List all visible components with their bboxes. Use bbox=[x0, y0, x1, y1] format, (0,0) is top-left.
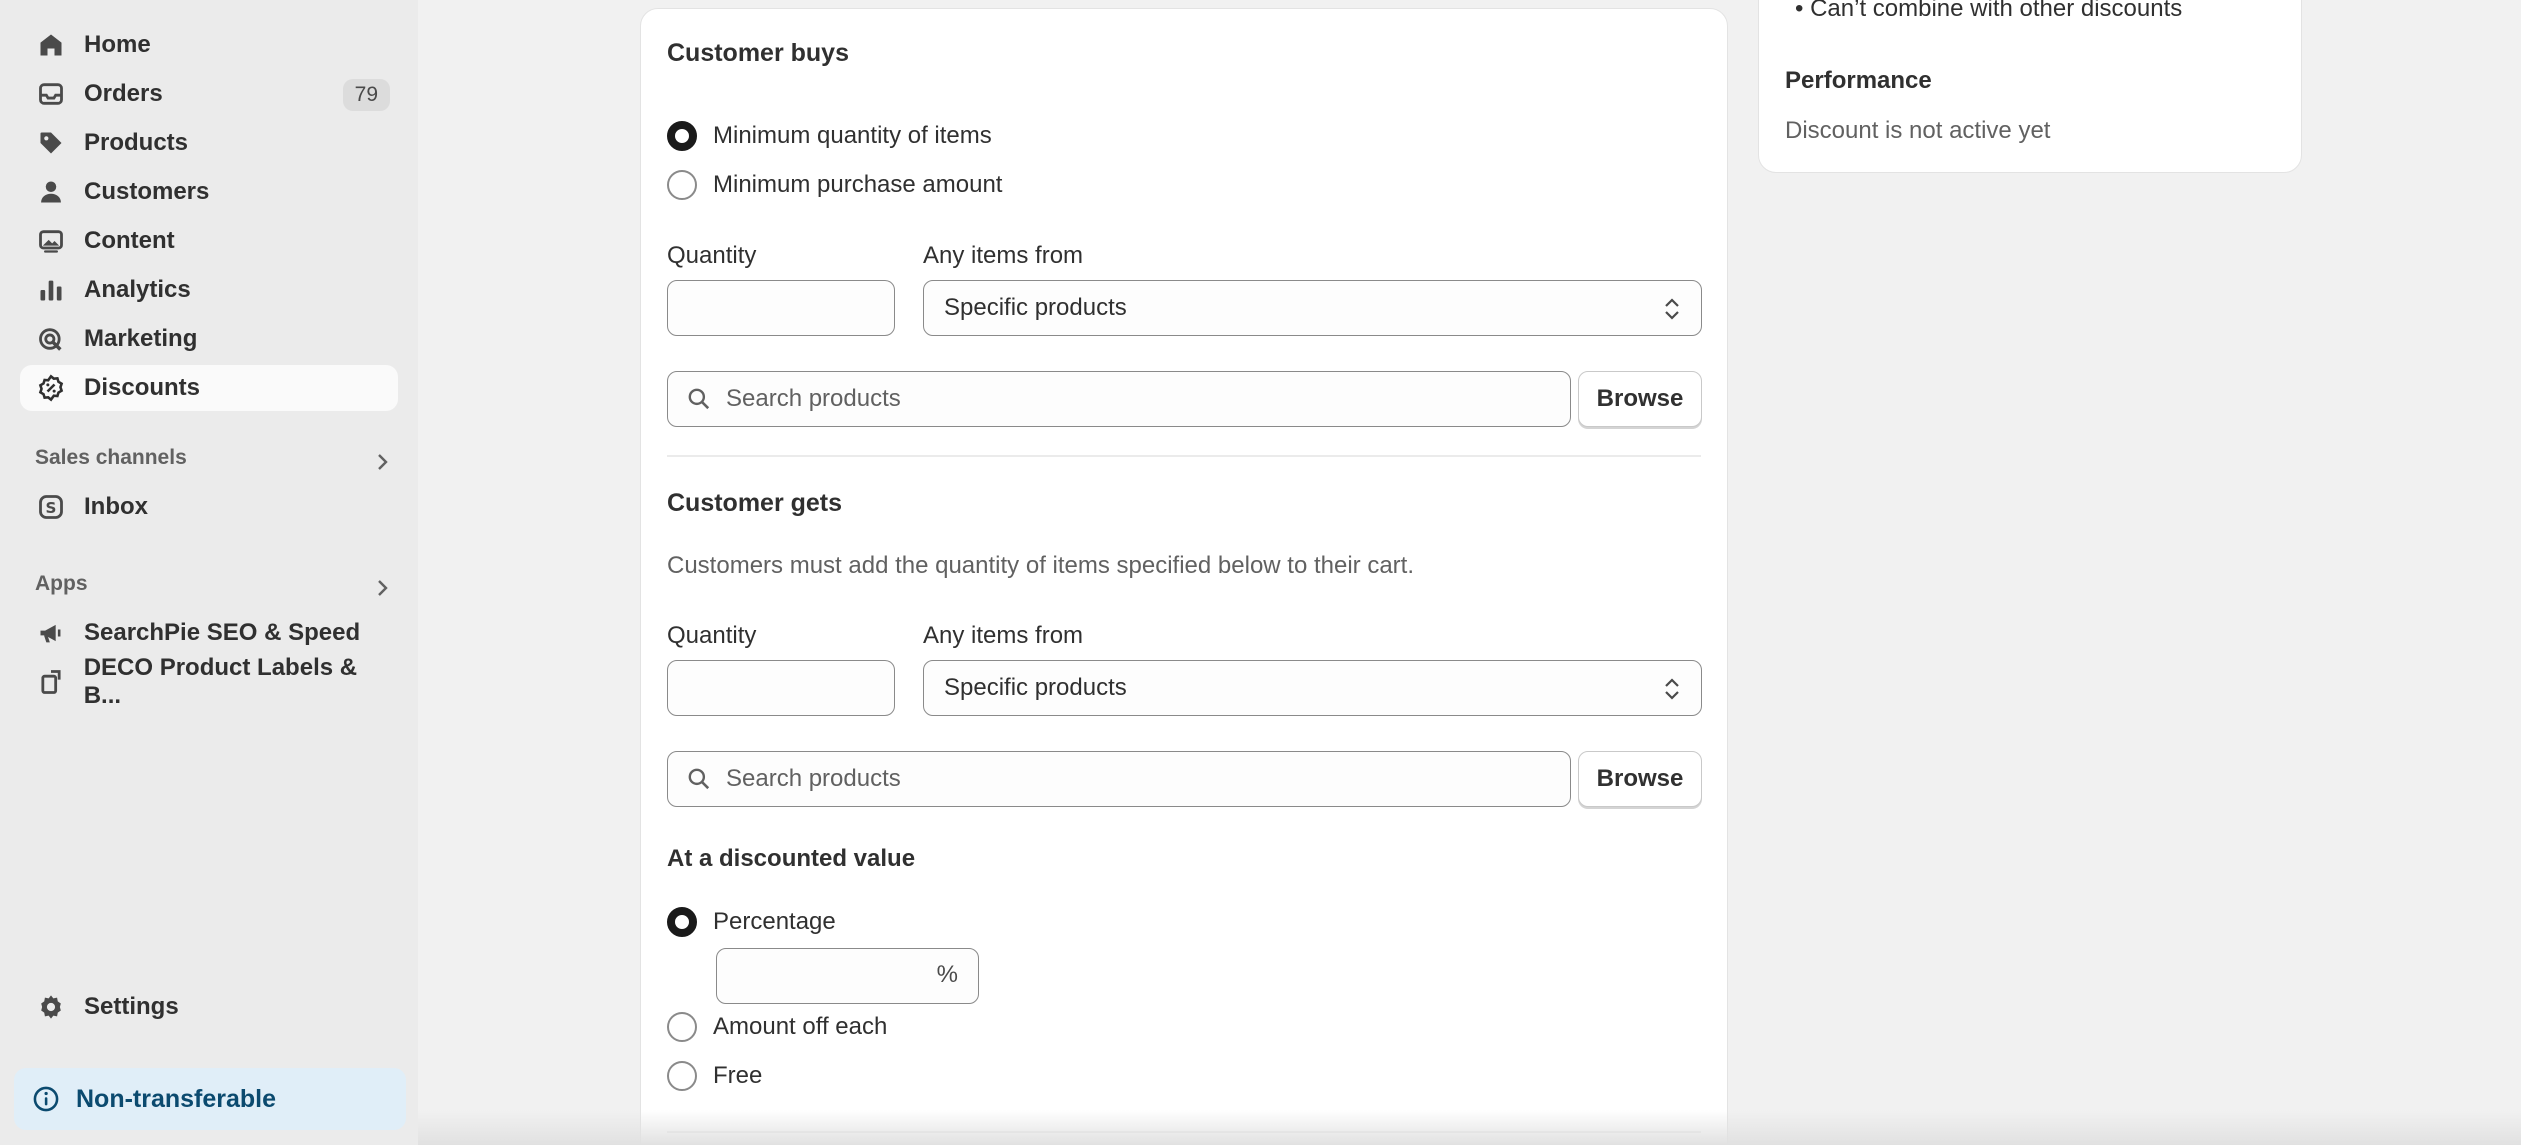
chevron-right-icon[interactable] bbox=[370, 450, 394, 474]
select-value: Specific products bbox=[944, 294, 1127, 321]
summary-card: • Can’t combine with other discounts Per… bbox=[1758, 0, 2302, 173]
sidebar-item-marketing[interactable]: Marketing bbox=[20, 316, 398, 362]
orders-count-badge: 79 bbox=[342, 79, 390, 111]
customer-buys-heading: Customer buys bbox=[667, 39, 849, 67]
radio-label: Amount off each bbox=[713, 1013, 888, 1040]
sidebar-item-label: Content bbox=[84, 227, 175, 254]
select-value: Specific products bbox=[944, 674, 1127, 701]
sidebar-item-discounts[interactable]: Discounts bbox=[20, 365, 398, 411]
sidebar: Home Orders 79 Products Customers Conten… bbox=[0, 0, 418, 1145]
minimum-requirements-card: Customer buys Minimum quantity of items … bbox=[640, 8, 1728, 1145]
search-icon bbox=[688, 388, 710, 410]
select-chevron-icon bbox=[1665, 298, 1679, 320]
inbox-tray-icon bbox=[36, 79, 66, 109]
label-icon bbox=[36, 668, 66, 696]
bar-chart-icon bbox=[36, 275, 66, 305]
buys-quantity-input[interactable] bbox=[667, 280, 895, 336]
info-icon bbox=[33, 1086, 59, 1112]
sidebar-item-content[interactable]: Content bbox=[20, 218, 398, 264]
gets-quantity-label: Quantity bbox=[667, 622, 757, 649]
sidebar-item-customers[interactable]: Customers bbox=[20, 169, 398, 215]
percentage-input[interactable]: % bbox=[716, 948, 979, 1004]
buys-search-products-input[interactable]: Search products bbox=[667, 371, 1571, 427]
radio-amount-off-each[interactable]: Amount off each bbox=[667, 1012, 887, 1042]
sidebar-item-label: Inbox bbox=[84, 493, 148, 520]
sidebar-app-deco[interactable]: DECO Product Labels & B... bbox=[20, 654, 398, 709]
buys-browse-button[interactable]: Browse bbox=[1578, 371, 1702, 427]
inbox-app-icon: S bbox=[36, 493, 66, 521]
sidebar-item-inbox[interactable]: S Inbox bbox=[20, 484, 398, 530]
non-transferable-banner[interactable]: Non-transferable bbox=[14, 1068, 406, 1130]
section-divider bbox=[667, 455, 1701, 457]
sidebar-item-home[interactable]: Home bbox=[20, 22, 398, 68]
sidebar-item-label: Home bbox=[84, 31, 151, 58]
performance-heading: Performance bbox=[1785, 67, 1932, 94]
gets-items-from-select[interactable]: Specific products bbox=[923, 660, 1702, 716]
sidebar-item-label: Marketing bbox=[84, 325, 198, 352]
radio-button[interactable] bbox=[667, 1061, 697, 1091]
tag-icon bbox=[36, 128, 66, 158]
apps-heading: Apps bbox=[35, 572, 88, 595]
sidebar-item-label: Discounts bbox=[84, 374, 201, 401]
search-icon bbox=[688, 768, 710, 790]
sidebar-item-label: Orders bbox=[84, 80, 163, 107]
radio-label: Minimum purchase amount bbox=[713, 171, 1003, 198]
radio-percentage[interactable]: Percentage bbox=[667, 907, 836, 937]
sidebar-item-label: Analytics bbox=[84, 276, 191, 303]
discounted-value-heading: At a discounted value bbox=[667, 845, 916, 872]
sidebar-item-label: Customers bbox=[84, 178, 210, 205]
buys-items-from-label: Any items from bbox=[923, 242, 1084, 269]
buys-items-from-select[interactable]: Specific products bbox=[923, 280, 1702, 336]
chevron-right-icon[interactable] bbox=[370, 576, 394, 600]
sidebar-item-label: SearchPie SEO & Speed bbox=[84, 619, 361, 646]
summary-bullet: • Can’t combine with other discounts bbox=[1795, 0, 2182, 23]
select-chevron-icon bbox=[1665, 678, 1679, 700]
non-transferable-label: Non-transferable bbox=[76, 1084, 277, 1113]
radio-label: Minimum quantity of items bbox=[713, 122, 992, 149]
sidebar-item-label: Products bbox=[84, 129, 189, 156]
gets-items-from-label: Any items from bbox=[923, 622, 1084, 649]
sidebar-item-products[interactable]: Products bbox=[20, 120, 398, 166]
sidebar-item-orders[interactable]: Orders 79 bbox=[20, 71, 398, 117]
radio-button[interactable] bbox=[667, 1012, 697, 1042]
sidebar-app-searchpie[interactable]: SearchPie SEO & Speed bbox=[20, 610, 398, 656]
search-placeholder: Search products bbox=[726, 765, 901, 792]
gets-quantity-input[interactable] bbox=[667, 660, 895, 716]
radio-label: Free bbox=[713, 1062, 763, 1089]
sidebar-item-label: DECO Product Labels & B... bbox=[83, 654, 358, 709]
radio-label: Percentage bbox=[713, 908, 836, 935]
radio-minimum-purchase-amount[interactable]: Minimum purchase amount bbox=[667, 170, 1002, 200]
radio-minimum-quantity[interactable]: Minimum quantity of items bbox=[667, 121, 992, 151]
radio-free[interactable]: Free bbox=[667, 1061, 762, 1091]
sidebar-item-settings[interactable]: Settings bbox=[20, 984, 398, 1030]
customer-gets-helper-text: Customers must add the quantity of items… bbox=[667, 552, 1415, 579]
bottom-scroll-shadow bbox=[418, 1110, 2521, 1145]
discount-badge-icon bbox=[36, 373, 66, 403]
gets-browse-button[interactable]: Browse bbox=[1578, 751, 1702, 807]
sales-channels-heading: Sales channels bbox=[35, 446, 187, 469]
customer-gets-heading: Customer gets bbox=[667, 489, 843, 517]
megaphone-icon bbox=[36, 619, 66, 647]
percent-suffix: % bbox=[936, 961, 958, 988]
home-icon bbox=[36, 30, 66, 60]
sidebar-item-label: Settings bbox=[84, 993, 179, 1020]
gear-icon bbox=[36, 993, 66, 1021]
summary-bullet-text: Can’t combine with other discounts bbox=[1810, 0, 2183, 22]
radio-button[interactable] bbox=[667, 907, 697, 937]
image-icon bbox=[36, 226, 66, 256]
svg-text:S: S bbox=[46, 499, 57, 517]
radio-button[interactable] bbox=[667, 121, 697, 151]
radio-button[interactable] bbox=[667, 170, 697, 200]
search-placeholder: Search products bbox=[726, 385, 901, 412]
target-icon bbox=[36, 324, 66, 354]
gets-search-products-input[interactable]: Search products bbox=[667, 751, 1571, 807]
person-icon bbox=[36, 177, 66, 207]
buys-quantity-label: Quantity bbox=[667, 242, 757, 269]
sidebar-item-analytics[interactable]: Analytics bbox=[20, 267, 398, 313]
performance-status-text: Discount is not active yet bbox=[1785, 117, 2051, 144]
